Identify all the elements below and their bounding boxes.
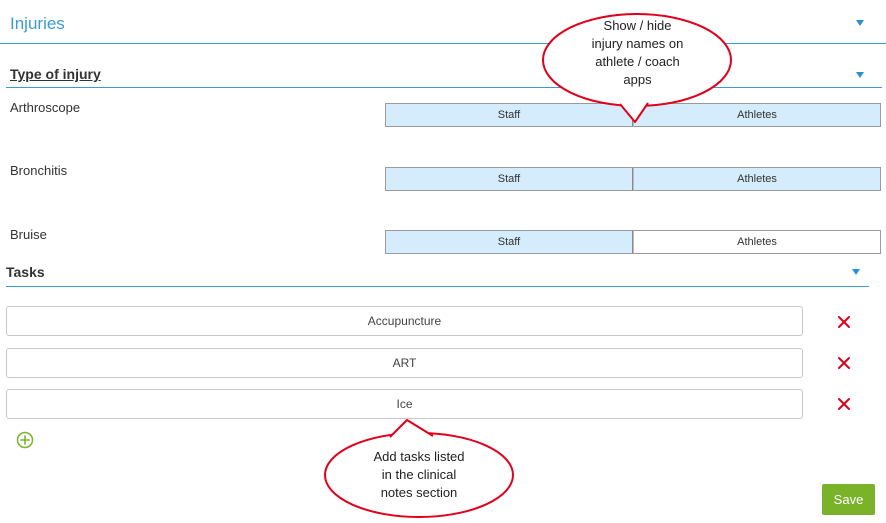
add-circle-icon[interactable] xyxy=(16,431,34,449)
callout-line: notes section xyxy=(380,485,458,500)
callout-line: athlete / coach xyxy=(595,54,680,69)
callout-text-bottom: Add tasks listed in the clinical notes s… xyxy=(330,448,508,502)
injuries-section-title: Injuries xyxy=(10,14,65,33)
callout-line: Show / hide xyxy=(603,18,672,33)
save-button[interactable]: Save xyxy=(822,484,875,515)
visibility-toggle: Staff Athletes xyxy=(385,167,881,191)
injuries-divider xyxy=(0,43,886,44)
callout-line: in the clinical xyxy=(381,467,457,482)
task-input[interactable]: Ice xyxy=(6,389,803,419)
injury-name: Bruise xyxy=(10,227,47,242)
close-icon[interactable] xyxy=(836,314,852,330)
close-icon[interactable] xyxy=(836,396,852,412)
athletes-toggle-button[interactable]: Athletes xyxy=(633,230,881,254)
athletes-toggle-button[interactable]: Athletes xyxy=(633,167,881,191)
type-of-injury-divider xyxy=(6,87,882,88)
tasks-divider xyxy=(6,286,869,287)
task-input[interactable]: ART xyxy=(6,348,803,378)
injuries-caret-down-icon[interactable] xyxy=(856,20,864,26)
injury-name: Arthroscope xyxy=(10,100,81,115)
close-icon[interactable] xyxy=(836,355,852,371)
staff-toggle-button[interactable]: Staff xyxy=(385,167,633,191)
callout-line: apps xyxy=(623,72,652,87)
callout-text-top: Show / hide injury names on athlete / co… xyxy=(550,17,725,89)
staff-toggle-button[interactable]: Staff xyxy=(385,230,633,254)
tasks-title: Tasks xyxy=(6,264,45,280)
visibility-toggle: Staff Athletes xyxy=(385,230,881,254)
injury-name: Bronchitis xyxy=(10,163,68,178)
callout-line: injury names on xyxy=(591,36,684,51)
callout-line: Add tasks listed xyxy=(373,449,465,464)
task-input[interactable]: Accupuncture xyxy=(6,306,803,336)
type-of-injury-title: Type of injury xyxy=(10,66,101,82)
type-of-injury-caret-down-icon[interactable] xyxy=(856,72,864,78)
tasks-caret-down-icon[interactable] xyxy=(852,269,860,275)
